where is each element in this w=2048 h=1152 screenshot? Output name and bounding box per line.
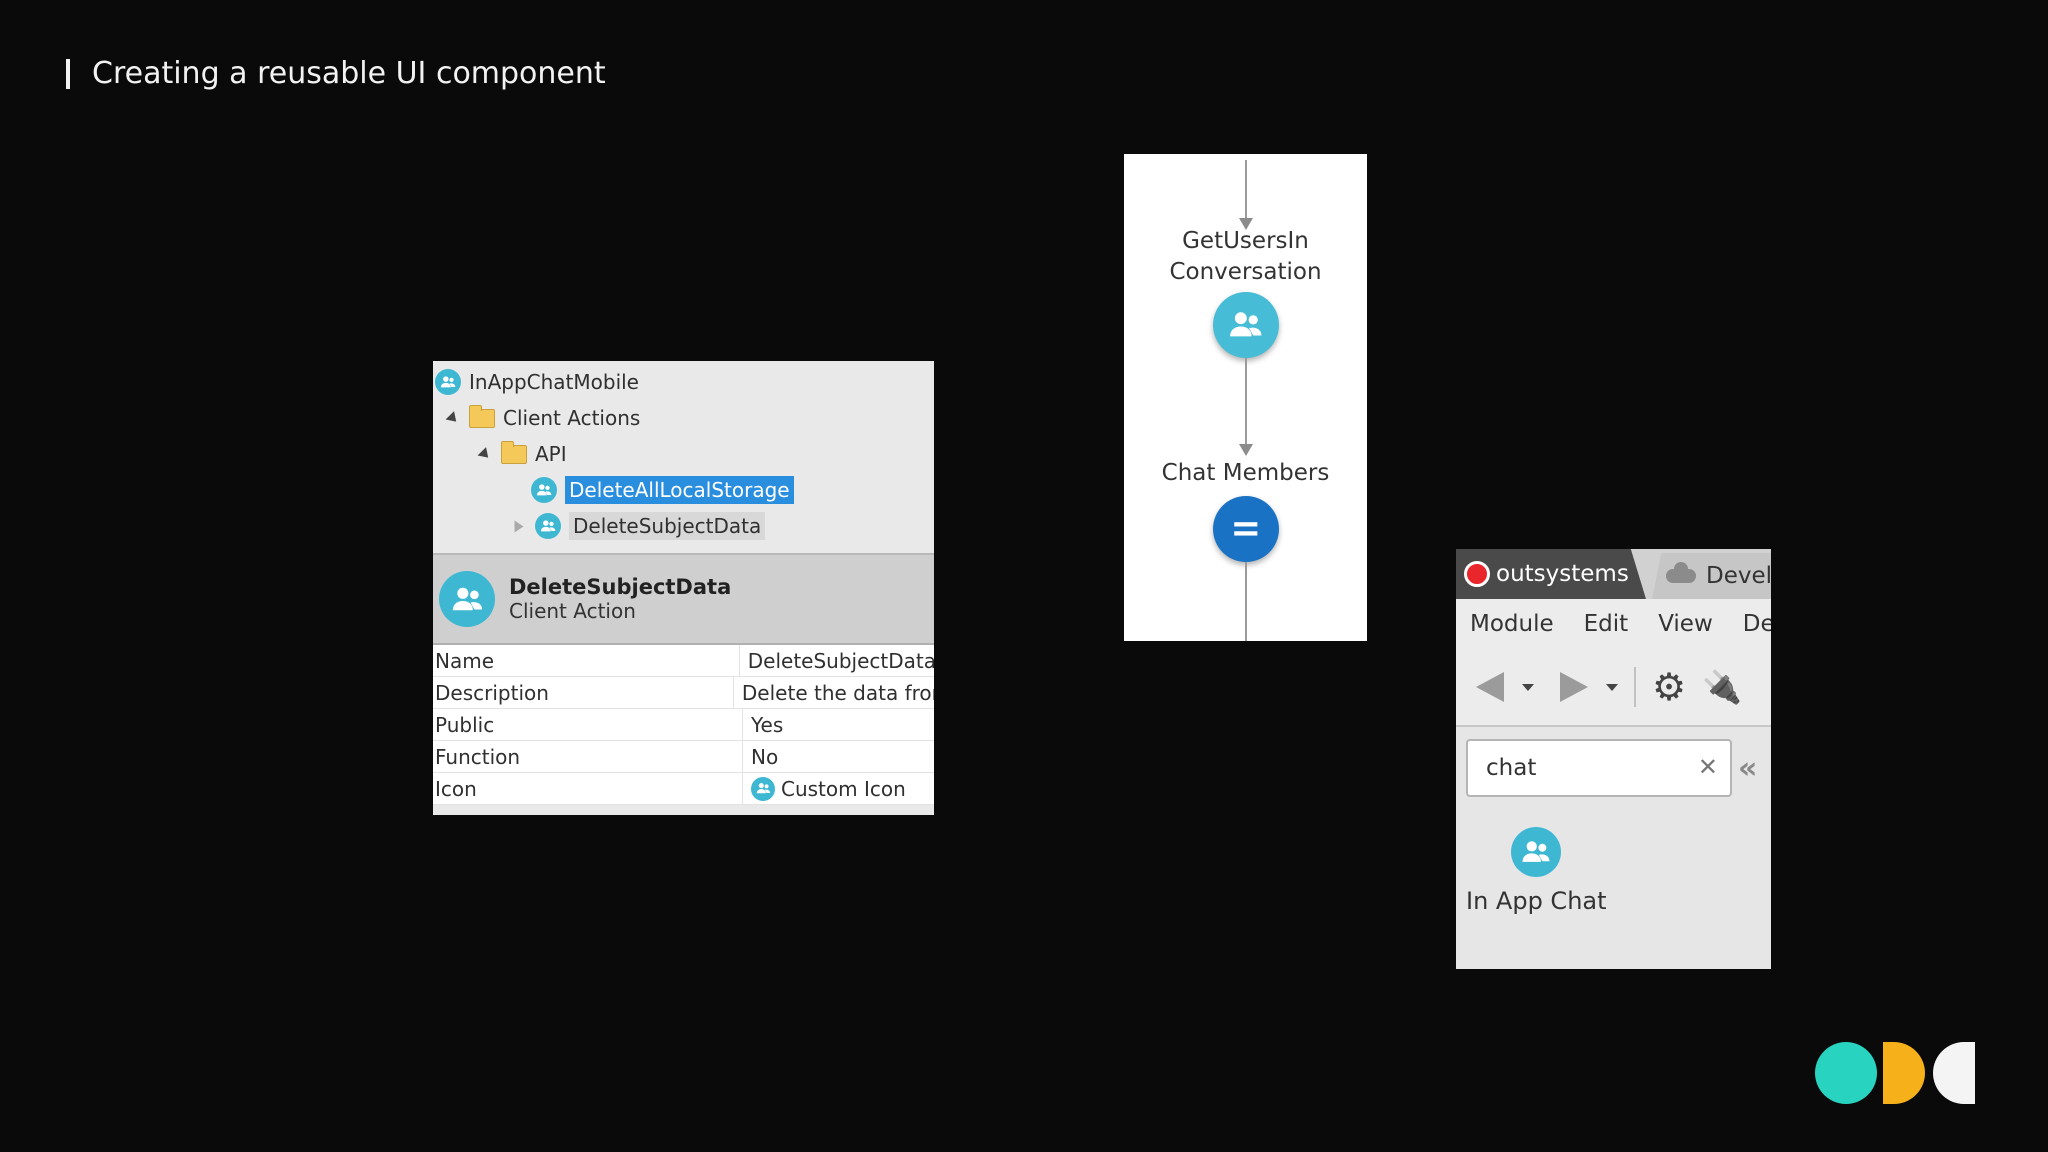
properties-subtitle: Client Action <box>509 599 636 623</box>
elements-tree: InAppChatMobile Client Actions API Delet… <box>433 361 934 555</box>
property-row-icon[interactable]: Icon Custom Icon <box>433 773 934 805</box>
tree-subfolder-label: API <box>535 442 567 466</box>
flow-connector <box>1245 160 1247 220</box>
property-value[interactable]: Yes <box>743 713 783 737</box>
plug-icon[interactable]: 🔌 <box>1702 668 1742 706</box>
property-name: Description <box>433 677 734 708</box>
slide-title: Creating a reusable UI component <box>66 56 606 91</box>
flow-node-label: Chat Members <box>1161 460 1330 486</box>
property-row-function[interactable]: Function No <box>433 741 934 773</box>
action-flow-canvas: GetUsersIn Conversation Chat Members <box>1124 154 1367 641</box>
outsystems-logo-icon <box>1464 561 1490 587</box>
properties-table: Name DeleteSubjectData Description Delet… <box>433 645 934 805</box>
users-icon <box>1230 312 1262 337</box>
client-action-icon <box>535 513 561 539</box>
properties-header: DeleteSubjectData Client Action <box>433 555 934 645</box>
tree-item-label: DeleteSubjectData <box>569 512 766 540</box>
brand-logo <box>1815 1042 1975 1106</box>
search-result-item[interactable]: In App Chat <box>1466 827 1607 915</box>
tree-item-delete-all-local-storage[interactable]: DeleteAllLocalStorage <box>531 473 794 507</box>
property-name: Public <box>433 709 743 740</box>
search-row: chat ✕ « <box>1456 727 1771 797</box>
tree-item-root[interactable]: InAppChatMobile <box>435 365 639 399</box>
property-value[interactable]: Delete the data fror <box>734 681 934 705</box>
assign-node[interactable] <box>1213 496 1279 562</box>
tab-environment[interactable]: Devel <box>1652 553 1771 599</box>
title-accent-bar <box>66 58 70 89</box>
back-history-dropdown-icon[interactable] <box>1522 683 1534 691</box>
flow-node-label: Conversation <box>1169 259 1322 285</box>
tree-root-label: InAppChatMobile <box>469 370 639 394</box>
tree-item-delete-subject-data[interactable]: DeleteSubjectData <box>513 509 766 543</box>
client-action-icon <box>531 477 557 503</box>
run-client-action-node[interactable] <box>1213 292 1279 358</box>
property-name: Icon <box>433 773 743 804</box>
toolbar: ⚙ 🔌 <box>1456 649 1771 727</box>
flow-arrow-icon <box>1239 444 1253 456</box>
tab-label: Devel <box>1706 563 1771 589</box>
cloud-icon <box>1666 562 1696 583</box>
client-action-icon <box>439 571 495 627</box>
collapse-panel-icon[interactable]: « <box>1738 751 1757 786</box>
flow-connector <box>1245 358 1247 454</box>
property-row-public[interactable]: Public Yes <box>433 709 934 741</box>
tree-item-label-selected: DeleteAllLocalStorage <box>565 476 794 504</box>
property-name: Function <box>433 741 743 772</box>
logo-yellow-half-circle <box>1883 1042 1925 1104</box>
search-result-label: In App Chat <box>1466 887 1607 915</box>
search-input[interactable]: chat ✕ <box>1466 739 1732 797</box>
property-value-text: Custom Icon <box>781 776 906 801</box>
service-studio-window: outsystems Devel Module Edit View De ⚙ 🔌… <box>1456 549 1771 969</box>
property-value-icon[interactable]: Custom Icon <box>743 776 906 801</box>
properties-title: DeleteSubjectData <box>509 575 732 599</box>
toolbar-separator <box>1634 667 1636 707</box>
tree-item-client-actions[interactable]: Client Actions <box>445 401 641 435</box>
forward-arrow-icon[interactable] <box>1560 672 1588 702</box>
module-icon <box>1511 827 1561 877</box>
studio-tab-bar: outsystems Devel <box>1456 549 1771 599</box>
back-arrow-icon[interactable] <box>1476 672 1504 702</box>
tab-outsystems[interactable]: outsystems <box>1456 549 1646 599</box>
tree-item-api[interactable]: API <box>477 437 567 471</box>
slide-title-text: Creating a reusable UI component <box>92 56 606 91</box>
expand-arrow-icon[interactable] <box>445 410 461 426</box>
folder-icon <box>469 404 495 428</box>
property-value[interactable]: DeleteSubjectData <box>740 649 934 673</box>
elements-tree-panel: InAppChatMobile Client Actions API Delet… <box>433 361 934 815</box>
tree-folder-label: Client Actions <box>503 406 641 430</box>
equals-icon <box>1234 522 1258 536</box>
flow-connector <box>1245 562 1247 641</box>
menu-debugger[interactable]: De <box>1743 611 1771 637</box>
menu-bar: Module Edit View De <box>1456 599 1771 649</box>
flow-node-label: GetUsersIn <box>1182 228 1309 254</box>
search-input-value: chat <box>1486 755 1537 781</box>
logo-white-half-circle <box>1933 1042 1975 1104</box>
expand-arrow-icon[interactable] <box>477 446 493 462</box>
menu-module[interactable]: Module <box>1470 611 1554 637</box>
property-name: Name <box>433 645 740 676</box>
expand-arrow-icon[interactable] <box>514 520 524 532</box>
folder-icon <box>501 440 527 464</box>
module-icon <box>435 369 461 395</box>
property-row-description[interactable]: Description Delete the data fror <box>433 677 934 709</box>
logo-teal-circle <box>1815 1042 1877 1104</box>
property-value[interactable]: No <box>743 745 778 769</box>
property-row-name[interactable]: Name DeleteSubjectData <box>433 645 934 677</box>
menu-view[interactable]: View <box>1658 611 1713 637</box>
clear-search-icon[interactable]: ✕ <box>1698 753 1718 781</box>
gear-icon[interactable]: ⚙ <box>1652 668 1686 706</box>
tab-label: outsystems <box>1496 561 1629 587</box>
forward-history-dropdown-icon[interactable] <box>1606 683 1618 691</box>
custom-icon <box>751 776 775 801</box>
menu-edit[interactable]: Edit <box>1584 611 1629 637</box>
